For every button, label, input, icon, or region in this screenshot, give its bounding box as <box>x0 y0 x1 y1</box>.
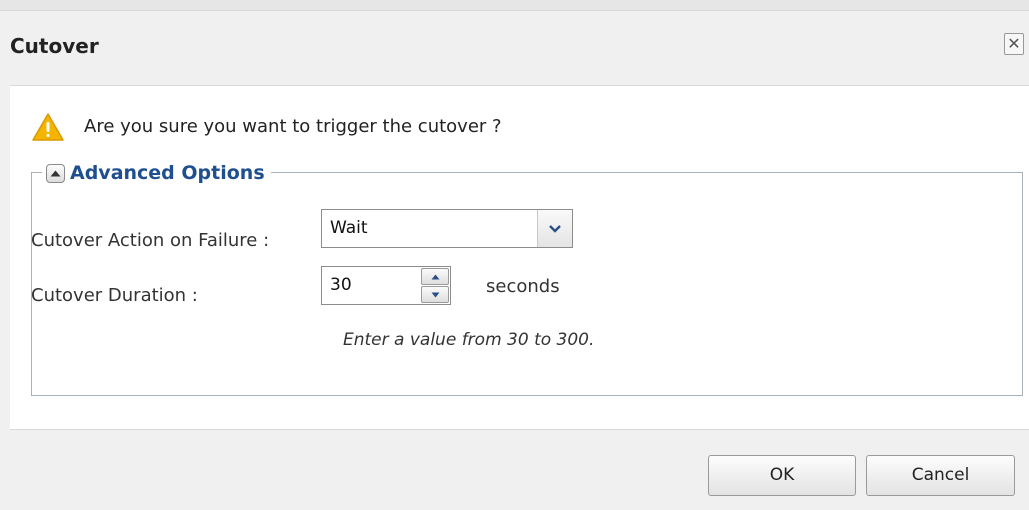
dialog-title: Cutover <box>10 34 99 58</box>
cutover-action-label: Cutover Action on Failure : <box>31 230 270 251</box>
cutover-duration-value[interactable]: 30 <box>330 275 352 295</box>
advanced-options-legend[interactable]: Advanced Options <box>42 161 271 185</box>
warning-icon <box>32 113 64 141</box>
duration-unit: seconds <box>486 276 560 297</box>
top-strip <box>0 0 1029 11</box>
dropdown-button[interactable] <box>537 210 572 247</box>
close-icon: ✕ <box>1007 34 1021 53</box>
confirmation-message: Are you sure you want to trigger the cut… <box>84 116 502 137</box>
chevron-up-icon <box>50 170 61 176</box>
cutover-action-select[interactable]: Wait <box>321 209 573 248</box>
spin-up-icon <box>431 274 439 279</box>
cancel-button[interactable]: Cancel <box>866 455 1015 496</box>
decrement-button[interactable] <box>421 286 449 303</box>
cutover-action-value: Wait <box>330 218 368 238</box>
dialog-content: Are you sure you want to trigger the cut… <box>10 85 1029 430</box>
ok-button[interactable]: OK <box>708 455 856 496</box>
increment-button[interactable] <box>421 268 449 285</box>
spin-down-icon <box>431 292 439 297</box>
cutover-duration-label: Cutover Duration : <box>31 285 198 306</box>
collapse-toggle-button[interactable] <box>46 163 65 183</box>
duration-hint: Enter a value from 30 to 300. <box>343 330 595 350</box>
close-button[interactable]: ✕ <box>1004 33 1024 55</box>
cutover-duration-spinner[interactable]: 30 <box>321 266 451 305</box>
chevron-down-icon <box>549 224 561 233</box>
advanced-options-label[interactable]: Advanced Options <box>70 162 265 184</box>
